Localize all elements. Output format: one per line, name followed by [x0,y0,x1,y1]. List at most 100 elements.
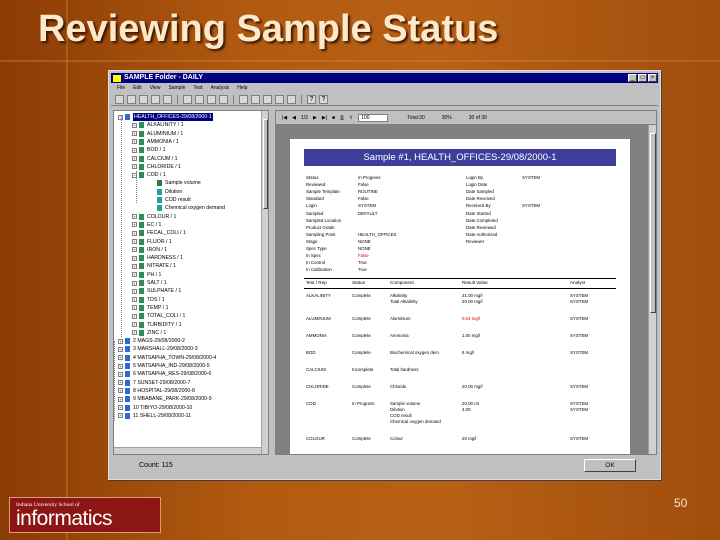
tree-vertical-scrollbar[interactable] [261,111,268,454]
window-titlebar[interactable]: SAMPLE Folder - DAILY _ □ × [111,73,658,83]
next-page-icon[interactable]: ▶ [313,115,317,121]
expand-icon[interactable]: + [118,396,123,402]
expand-icon[interactable]: + [132,222,137,228]
new-icon[interactable] [115,95,124,104]
tree-item[interactable]: + ZINC / 1 [132,329,166,337]
tree-item[interactable]: Dilution [148,188,182,196]
find-icon[interactable] [251,95,260,104]
tree-item-selected[interactable]: − HEALTH_OFFICES-29/08/2000-1 [118,113,213,121]
print-report-icon[interactable]: ⎙ [340,115,344,121]
expand-icon[interactable]: + [132,263,137,269]
expand-icon[interactable]: + [132,230,137,236]
tree-item[interactable]: + AMMONIA / 1 [132,138,179,146]
menu-item-test[interactable]: Test [193,84,202,93]
tree-item[interactable]: +6 MATSAPHA_RES-29/08/2000-6 [118,370,211,378]
tree-item[interactable]: Sample volume [148,179,201,187]
tree-item[interactable]: + FECAL_COLI / 1 [132,229,186,237]
save-icon[interactable] [139,95,148,104]
minimize-icon[interactable]: _ [628,74,637,82]
menu-item-help[interactable]: Help [237,84,247,93]
tree-scroll-thumb[interactable] [263,119,268,209]
tree-item[interactable]: + CALCIUM / 1 [132,155,178,163]
tree-item[interactable]: + EC / 1 [132,221,161,229]
expand-icon[interactable]: + [118,355,123,361]
tree-item[interactable]: + HARDNESS / 1 [132,254,183,262]
expand-icon[interactable]: + [118,380,123,386]
menu-item-sample[interactable]: Sample [168,84,185,93]
zoom-select[interactable]: 100 [358,113,389,122]
tree-item[interactable]: COD result [148,196,191,204]
tree-item[interactable]: + TURBIDITY / 1 [132,321,182,329]
tree-item[interactable]: +4 MATSAPHA_TOWN-29/08/2000-4 [118,354,216,362]
expand-icon[interactable]: + [118,405,123,410]
whats-this-icon[interactable]: ? [319,95,328,104]
tree-item[interactable]: + PH / 1 [132,271,161,279]
expand-icon[interactable]: + [132,147,137,153]
report-scroll-thumb[interactable] [650,133,656,313]
expand-icon[interactable]: + [132,322,137,327]
stop-icon[interactable]: ■ [332,115,335,121]
tree-item[interactable]: + NITRATE / 1 [132,262,176,270]
expand-icon[interactable]: + [118,338,123,344]
export-icon[interactable]: ⇪ [349,115,353,121]
tree-item[interactable]: +3 MARSHALL-29/08/2000-3 [118,345,198,353]
tree-item[interactable]: +2 MAGS-29/08/2000-2 [118,337,185,345]
expand-icon[interactable]: + [132,280,137,286]
expand-icon[interactable]: + [132,156,137,161]
expand-icon[interactable]: + [132,139,137,145]
maximize-icon[interactable]: □ [638,74,647,82]
tree-item[interactable]: +10 TIBIYO-29/08/2000-10 [118,404,192,412]
expand-icon[interactable]: + [118,363,123,369]
expand-icon[interactable]: + [132,297,137,303]
expand-icon[interactable]: + [118,371,123,377]
tree-item[interactable]: +9 MBABANE_PARK-29/08/2000-9 [118,395,212,403]
expand-icon[interactable]: + [118,346,123,352]
tree-item[interactable]: + IRON / 1 [132,246,167,254]
close-icon[interactable]: × [648,74,657,82]
menu-item-edit[interactable]: Edit [133,84,142,93]
sample-tree[interactable]: − HEALTH_OFFICES-29/08/2000-1 + ALKALINITY … [113,110,269,455]
expand-icon[interactable]: + [118,413,123,419]
tree-item[interactable]: +8 HOSPITAL-29/08/2000-8 [118,387,195,395]
copy-icon[interactable] [195,95,204,104]
expand-icon[interactable]: + [132,313,137,319]
tree-item[interactable]: + TDS / 1 [132,296,165,304]
tree-item[interactable]: + SULPHATE / 1 [132,287,181,295]
tree-item[interactable]: + COLOUR / 1 [132,213,176,221]
print-preview-icon[interactable] [163,95,172,104]
print-icon[interactable] [151,95,160,104]
expand-icon[interactable]: + [132,255,137,261]
tree-item[interactable]: + SALT / 1 [132,279,167,287]
expand-icon[interactable]: + [132,131,137,137]
expand-icon[interactable]: + [118,388,123,394]
menu-item-view[interactable]: View [150,84,161,93]
expand-icon[interactable]: + [132,272,137,278]
expand-icon[interactable]: + [132,239,137,244]
expand-icon[interactable]: + [132,164,137,170]
first-page-icon[interactable]: |◀ [282,115,287,121]
tree-item[interactable]: + TOTAL_COLI / 1 [132,312,185,320]
menu-item-file[interactable]: File [117,84,125,93]
tree-item[interactable]: − COD / 1 [132,171,166,179]
tree-item[interactable]: + TEMP / 1 [132,304,169,312]
refresh-icon[interactable] [239,95,248,104]
prev-page-icon[interactable]: ◀ [292,115,296,121]
delete-icon[interactable] [219,95,228,104]
tree-item[interactable]: + CHLORIDE / 1 [132,163,181,171]
expand-icon[interactable]: + [132,214,137,220]
tree-horizontal-scrollbar[interactable] [114,447,261,454]
help-icon[interactable]: ? [307,95,316,104]
expand-icon[interactable]: + [132,122,137,128]
filter-icon[interactable] [263,95,272,104]
last-page-icon[interactable]: ▶| [322,115,327,121]
tools-icon[interactable] [287,95,296,104]
tree-item[interactable]: +11 SHELL-29/08/2000-11 [118,412,191,420]
tree-item[interactable]: +7 SUNSET-29/08/2000-7 [118,379,190,387]
tree-item[interactable]: + ALUMINIUM / 1 [132,130,183,138]
expand-icon[interactable]: + [132,330,137,336]
tree-item[interactable]: Chemical oxygen demand [148,204,225,212]
tree-item[interactable]: + ALKALINITY / 1 [132,121,184,129]
open-icon[interactable] [127,95,136,104]
expand-icon[interactable]: + [132,288,137,294]
expand-icon[interactable]: + [132,305,137,311]
